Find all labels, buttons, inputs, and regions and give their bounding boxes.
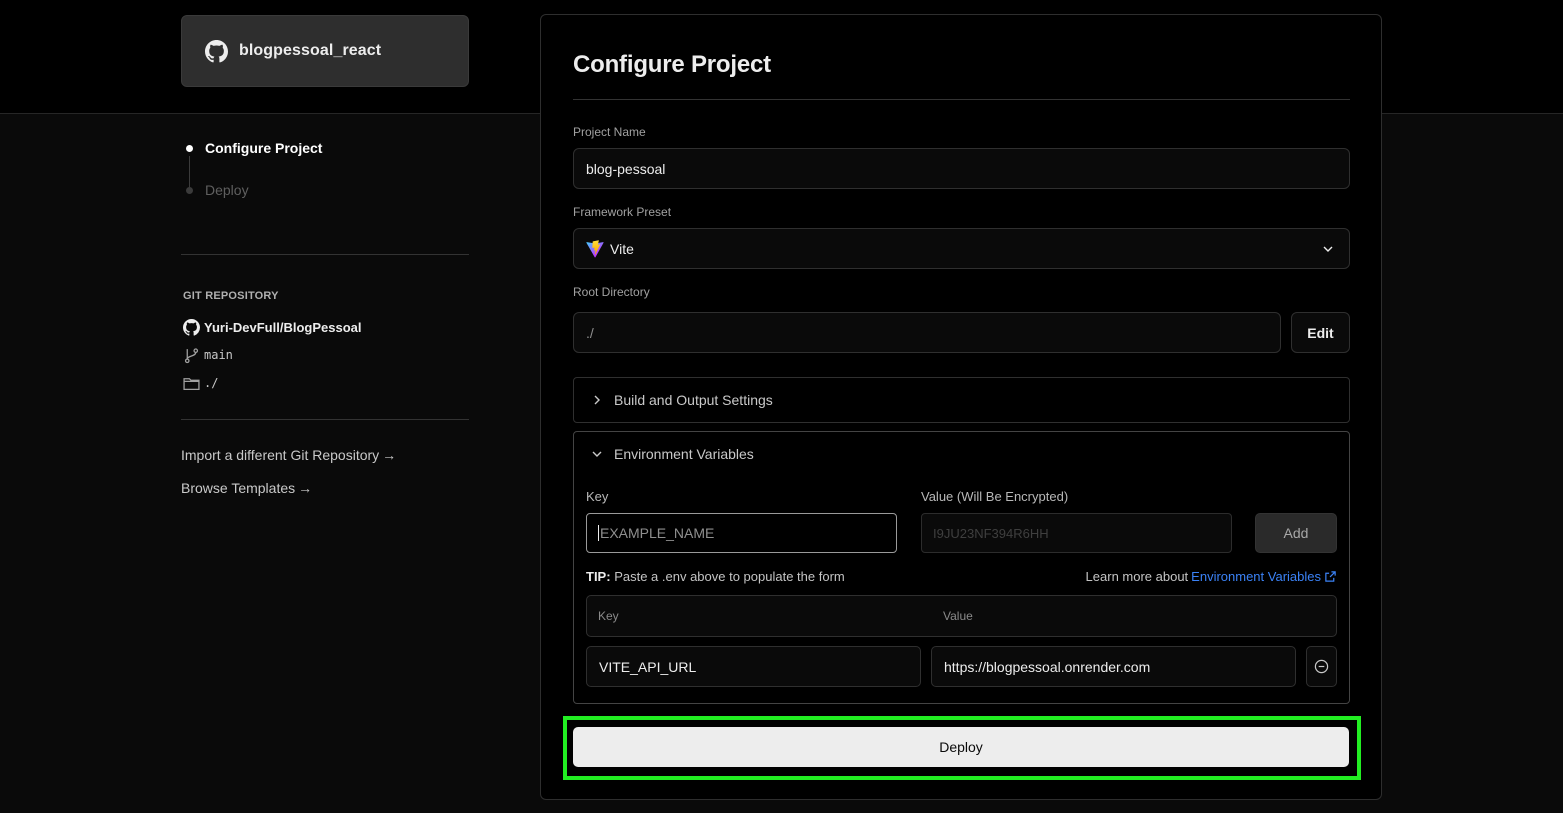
env-value-label: Value (Will Be Encrypted) — [921, 489, 1069, 504]
env-row-key: VITE_API_URL — [599, 658, 697, 675]
root-directory-value: ./ — [586, 324, 594, 341]
build-output-settings-header[interactable]: Build and Output Settings — [590, 392, 773, 408]
page-title: Configure Project — [573, 51, 771, 78]
folder-icon — [183, 377, 200, 390]
env-table-header-value: Value — [943, 609, 973, 623]
git-repo-name: Yuri-DevFull/BlogPessoal — [204, 319, 362, 335]
env-tip-text: Paste a .env above to populate the form — [614, 569, 845, 584]
github-icon — [183, 318, 200, 336]
chevron-down-icon — [592, 451, 602, 457]
env-value-input[interactable]: I9JU23NF394R6HH — [921, 513, 1232, 553]
env-tip-bold: TIP: — [586, 569, 611, 584]
chevron-down-icon — [1323, 246, 1333, 252]
env-key-label: Key — [586, 489, 609, 504]
text-caret — [598, 525, 599, 541]
framework-preset-label: Framework Preset — [573, 205, 672, 219]
env-row-value: https://blogpessoal.onrender.com — [944, 658, 1151, 675]
step-dot-active — [186, 145, 193, 152]
vite-logo-icon — [586, 239, 604, 257]
framework-preset-value: Vite — [610, 240, 634, 257]
remove-env-row-button[interactable] — [1306, 646, 1337, 687]
browse-templates-label: Browse Templates — [181, 480, 296, 496]
sidebar-divider — [181, 254, 469, 255]
external-link-icon[interactable] — [1324, 570, 1337, 583]
step-configure-project: Configure Project — [181, 136, 471, 160]
git-repository-title: GIT REPOSITORY — [183, 290, 279, 302]
git-branch-name: main — [204, 348, 233, 362]
env-learn-prefix: Learn more about — [1085, 569, 1189, 584]
configure-project-panel: Configure Project Project Name blog-pess… — [540, 14, 1382, 800]
minus-circle-icon — [1314, 659, 1329, 674]
panel-divider — [573, 99, 1350, 100]
framework-preset-select[interactable]: Vite — [573, 228, 1350, 269]
env-table-header: Key Value — [586, 595, 1337, 637]
build-output-settings-label: Build and Output Settings — [614, 392, 773, 408]
edit-root-directory-button[interactable]: Edit — [1291, 312, 1350, 353]
environment-variables-docs-link[interactable]: Environment Variables — [1191, 569, 1321, 584]
step-label: Configure Project — [205, 140, 323, 156]
env-table-header-key: Key — [598, 609, 619, 623]
chevron-right-icon — [594, 395, 600, 405]
add-env-variable-button[interactable]: Add — [1255, 513, 1337, 553]
browse-templates-link[interactable]: Browse Templates → — [181, 480, 312, 496]
environment-variables-header[interactable]: Environment Variables — [590, 446, 754, 462]
env-row-value-input[interactable]: https://blogpessoal.onrender.com — [931, 646, 1296, 687]
root-directory-label: Root Directory — [573, 285, 650, 299]
arrow-right-icon: → — [382, 447, 397, 463]
git-directory-row: ./ — [183, 372, 473, 394]
sidebar-divider — [181, 419, 469, 420]
step-label: Deploy — [205, 182, 249, 198]
project-name-input[interactable]: blog-pessoal — [573, 148, 1350, 189]
step-deploy: Deploy — [181, 178, 471, 202]
steps-list: Configure Project Deploy — [181, 136, 471, 202]
build-output-settings-accordion[interactable]: Build and Output Settings — [573, 377, 1350, 423]
project-name-label: Project Name — [573, 125, 646, 139]
github-icon — [205, 39, 228, 62]
import-git-repository-label: Import a different Git Repository — [181, 447, 380, 463]
arrow-right-icon: → — [298, 480, 313, 496]
env-learn-more: Learn more about Environment Variables — [1086, 569, 1337, 584]
repo-card: blogpessoal_react — [181, 15, 469, 87]
git-branch-icon — [184, 347, 199, 363]
env-value-placeholder: I9JU23NF394R6HH — [933, 525, 1049, 541]
env-row-key-input[interactable]: VITE_API_URL — [586, 646, 921, 687]
environment-variables-label: Environment Variables — [614, 446, 754, 462]
env-key-input[interactable]: EXAMPLE_NAME — [586, 513, 897, 553]
import-git-repository-link[interactable]: Import a different Git Repository → — [181, 447, 396, 463]
project-name-value: blog-pessoal — [586, 160, 666, 177]
git-repository-section: GIT REPOSITORY Yuri-DevFull/BlogPessoal … — [183, 290, 473, 400]
git-directory-path: ./ — [204, 376, 219, 390]
git-branch-row: main — [183, 344, 473, 366]
repo-card-name: blogpessoal_react — [239, 42, 382, 59]
env-key-placeholder: EXAMPLE_NAME — [600, 525, 715, 541]
env-tip: TIP: Paste a .env above to populate the … — [586, 569, 845, 584]
environment-variables-accordion: Environment Variables Key Value (Will Be… — [573, 431, 1350, 704]
git-repo-row[interactable]: Yuri-DevFull/BlogPessoal — [183, 316, 473, 338]
step-dot-inactive — [186, 187, 193, 194]
deploy-button[interactable]: Deploy — [573, 727, 1349, 767]
root-directory-input[interactable]: ./ — [573, 312, 1281, 353]
